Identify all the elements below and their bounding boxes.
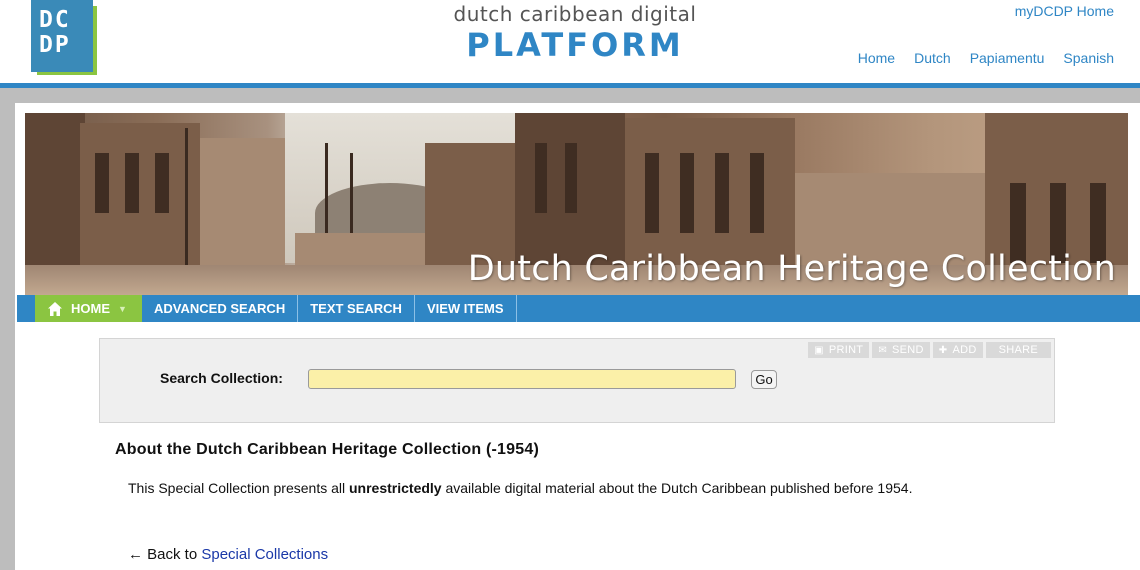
banner-window: [535, 143, 547, 213]
site-title[interactable]: PLATFORM: [420, 26, 730, 64]
main-nav: HOME ▼ ADVANCED SEARCH TEXT SEARCH VIEW …: [17, 295, 1140, 322]
nav-home-label: HOME: [71, 301, 110, 316]
nav-view-items[interactable]: VIEW ITEMS: [415, 295, 517, 322]
send-button[interactable]: ✉ SEND: [872, 342, 930, 358]
nav-home-tab[interactable]: HOME ▼: [35, 295, 142, 322]
logo-line2: DP: [39, 32, 71, 58]
mydcdp-home-link[interactable]: myDCDP Home: [1015, 3, 1114, 19]
print-button[interactable]: ▣ PRINT: [808, 342, 870, 358]
logo-text: DC DP: [39, 8, 71, 58]
banner-window: [645, 153, 659, 233]
banner-window: [155, 153, 169, 213]
go-button[interactable]: Go: [751, 370, 777, 389]
nav-link-home[interactable]: Home: [858, 50, 895, 66]
back-line: ← Back to Special Collections: [128, 546, 328, 563]
search-input[interactable]: [308, 369, 736, 389]
collection-banner: Dutch Caribbean Heritage Collection: [25, 113, 1128, 295]
nav-advanced-search[interactable]: ADVANCED SEARCH: [142, 295, 299, 322]
banner-window: [750, 153, 764, 233]
search-label: Search Collection:: [160, 370, 283, 386]
share-label: SHARE: [998, 344, 1038, 356]
search-panel: ▣ PRINT ✉ SEND ✚ ADD SHARE Search Collec…: [99, 338, 1055, 423]
about-text: This Special Collection presents all unr…: [128, 480, 1028, 497]
special-collections-link[interactable]: Special Collections: [201, 546, 328, 563]
nav-link-dutch[interactable]: Dutch: [914, 50, 951, 66]
back-prefix: ← Back to: [128, 546, 202, 563]
envelope-icon: ✉: [878, 344, 888, 356]
banner-window: [125, 153, 139, 213]
banner-window: [95, 153, 109, 213]
print-label: PRINT: [828, 344, 864, 356]
language-nav: Home Dutch Papiamentu Spanish: [858, 50, 1114, 66]
site-header: DC DP dutch caribbean digital PLATFORM m…: [0, 0, 1140, 84]
send-label: SEND: [892, 344, 924, 356]
banner-window: [715, 153, 729, 233]
banner-window: [565, 143, 577, 213]
toolbar: ▣ PRINT ✉ SEND ✚ ADD SHARE: [808, 342, 1051, 358]
dcdp-logo[interactable]: DC DP: [31, 0, 97, 75]
about-text-emphasis: unrestrictedly: [349, 480, 442, 496]
nav-link-spanish[interactable]: Spanish: [1063, 50, 1114, 66]
about-text-part1: This Special Collection presents all: [128, 480, 349, 496]
add-button[interactable]: ✚ ADD: [932, 342, 983, 358]
banner-window: [680, 153, 694, 233]
printer-icon: ▣: [814, 344, 824, 356]
site-subtitle: dutch caribbean digital: [453, 2, 697, 26]
share-button[interactable]: SHARE: [985, 342, 1051, 358]
add-label: ADD: [952, 344, 977, 356]
house-icon: [47, 301, 63, 317]
chevron-down-icon: ▼: [118, 303, 127, 314]
nav-link-papiamentu[interactable]: Papiamentu: [970, 50, 1045, 66]
about-heading: About the Dutch Caribbean Heritage Colle…: [115, 441, 539, 458]
about-text-part2: available digital material about the Dut…: [441, 480, 913, 496]
nav-text-search[interactable]: TEXT SEARCH: [298, 295, 415, 322]
plus-icon: ✚: [938, 344, 948, 356]
logo-line1: DC: [39, 7, 71, 33]
banner-title: Dutch Caribbean Heritage Collection: [467, 249, 1116, 289]
